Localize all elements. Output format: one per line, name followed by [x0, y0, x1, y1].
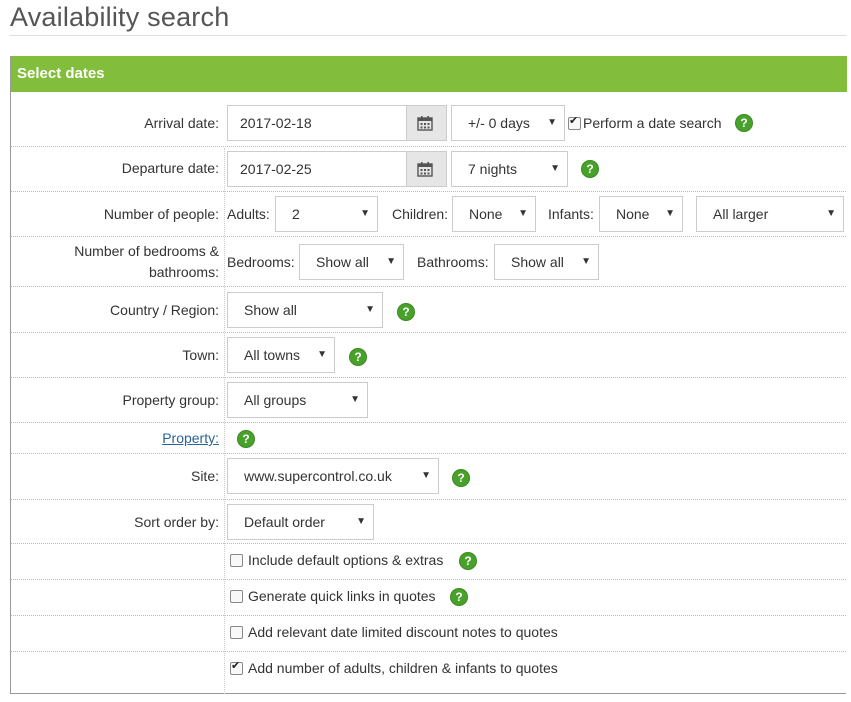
- caret-down-icon: ▼: [550, 163, 560, 174]
- adults-select[interactable]: 2 ▼: [275, 196, 378, 232]
- bedrooms-bathrooms-label: Number of bedrooms & bathrooms:: [11, 241, 219, 283]
- caret-down-icon: ▼: [360, 208, 370, 219]
- bedrooms-value: Show all: [316, 254, 369, 270]
- children-select[interactable]: None ▼: [452, 196, 536, 232]
- nights-select[interactable]: 7 nights ▼: [451, 151, 568, 187]
- bedrooms-bathrooms-label-line2: bathrooms:: [148, 264, 219, 280]
- country-region-value: Show all: [244, 302, 297, 318]
- option-row: Generate quick links in quotes ?: [11, 579, 846, 615]
- arrival-date-label: Arrival date:: [144, 115, 219, 131]
- country-region-label: Country / Region:: [110, 302, 219, 318]
- calendar-icon: [417, 116, 433, 131]
- caret-down-icon: ▼: [317, 349, 327, 360]
- include-default-options-checkbox[interactable]: [230, 554, 243, 567]
- caret-down-icon: ▼: [518, 208, 528, 219]
- caret-down-icon: ▼: [356, 516, 366, 527]
- town-value: All towns: [244, 347, 301, 363]
- property-size-value: All larger: [713, 206, 769, 222]
- people-row: Number of people: Adults: 2 ▼ Children: N…: [11, 191, 846, 236]
- site-value: www.supercontrol.co.uk: [244, 468, 392, 484]
- property-group-row: Property group: All groups ▼: [11, 377, 846, 422]
- discount-notes-label: Add relevant date limited discount notes…: [248, 624, 558, 640]
- children-label: Children:: [392, 206, 449, 222]
- town-row: Town: All towns ▼ ?: [11, 332, 846, 377]
- date-flexibility-select[interactable]: +/- 0 days ▼: [451, 105, 565, 141]
- generate-quick-links-checkbox[interactable]: [230, 590, 243, 603]
- site-select[interactable]: www.supercontrol.co.uk ▼: [227, 458, 439, 494]
- option-row: Include default options & extras ?: [11, 543, 846, 579]
- country-region-select[interactable]: Show all ▼: [227, 292, 383, 328]
- caret-down-icon: ▼: [386, 256, 396, 267]
- adults-label: Adults:: [227, 206, 270, 222]
- bathrooms-value: Show all: [511, 254, 564, 270]
- select-dates-panel: Select dates Arrival date: 2017-02-18 +/…: [10, 56, 847, 694]
- number-of-people-label: Number of people:: [103, 206, 219, 222]
- infants-value: None: [616, 206, 650, 222]
- include-default-options-label: Include default options & extras: [248, 552, 444, 568]
- property-size-select[interactable]: All larger ▼: [696, 196, 844, 232]
- arrival-calendar-button[interactable]: [407, 105, 447, 141]
- help-icon[interactable]: ?: [398, 304, 414, 320]
- caret-down-icon: ▼: [581, 256, 591, 267]
- site-row: Site: www.supercontrol.co.uk ▼ ?: [11, 453, 846, 499]
- generate-quick-links-label: Generate quick links in quotes: [248, 588, 436, 604]
- town-select[interactable]: All towns ▼: [227, 337, 335, 373]
- date-flexibility-value: +/- 0 days: [468, 115, 530, 131]
- infants-select[interactable]: None ▼: [599, 196, 683, 232]
- property-group-select[interactable]: All groups ▼: [227, 382, 368, 418]
- perform-date-search-checkbox[interactable]: [568, 114, 581, 130]
- departure-date-input[interactable]: 2017-02-25: [227, 151, 407, 187]
- children-value: None: [469, 206, 503, 222]
- help-icon[interactable]: ?: [582, 161, 598, 177]
- departure-row: Departure date: 2017-02-25 7 nights ▼ ?: [11, 146, 846, 191]
- caret-down-icon: ▼: [421, 470, 431, 481]
- calendar-icon: [417, 162, 433, 177]
- help-icon[interactable]: ?: [451, 589, 467, 605]
- bathrooms-select[interactable]: Show all ▼: [494, 244, 599, 280]
- bedrooms-label: Bedrooms:: [227, 254, 295, 270]
- sort-order-select[interactable]: Default order ▼: [227, 504, 374, 540]
- caret-down-icon: ▼: [547, 117, 557, 128]
- arrival-row: Arrival date: 2017-02-18 +/- 0 days ▼ Per…: [11, 104, 846, 149]
- help-icon[interactable]: ?: [453, 470, 469, 486]
- infants-label: Infants:: [548, 206, 594, 222]
- help-icon[interactable]: ?: [350, 349, 366, 365]
- sort-order-label: Sort order by:: [134, 514, 219, 530]
- caret-down-icon: ▼: [826, 208, 836, 219]
- adults-value: 2: [292, 206, 300, 222]
- nights-value: 7 nights: [468, 161, 518, 177]
- site-label: Site:: [190, 468, 219, 484]
- country-row: Country / Region: Show all ▼ ?: [11, 286, 846, 332]
- rooms-row: Number of bedrooms & bathrooms: Bedrooms…: [11, 236, 846, 286]
- property-row: Property: ?: [11, 422, 846, 453]
- perform-date-search-label: Perform a date search: [583, 115, 722, 131]
- option-row: Add number of adults, children & infants…: [11, 651, 846, 694]
- property-link[interactable]: Property:: [162, 430, 219, 446]
- title-divider: [10, 35, 846, 36]
- caret-down-icon: ▼: [365, 304, 375, 315]
- help-icon[interactable]: ?: [460, 553, 476, 569]
- bathrooms-label: Bathrooms:: [417, 254, 489, 270]
- caret-down-icon: ▼: [350, 394, 360, 405]
- panel-header: Select dates: [11, 56, 847, 92]
- add-guest-numbers-label: Add number of adults, children & infants…: [248, 660, 558, 676]
- property-group-value: All groups: [244, 392, 307, 408]
- bedrooms-select[interactable]: Show all ▼: [299, 244, 404, 280]
- page-title: Availability search: [10, 2, 230, 32]
- sort-row: Sort order by: Default order ▼: [11, 499, 846, 543]
- caret-down-icon: ▼: [665, 208, 675, 219]
- option-row: Add relevant date limited discount notes…: [11, 615, 846, 651]
- town-label: Town:: [182, 347, 219, 363]
- arrival-date-input[interactable]: 2017-02-18: [227, 105, 407, 141]
- bedrooms-bathrooms-label-line1: Number of bedrooms &: [74, 243, 219, 259]
- discount-notes-checkbox[interactable]: [230, 626, 243, 639]
- property-group-label: Property group:: [122, 392, 220, 408]
- sort-order-value: Default order: [244, 514, 325, 530]
- help-icon[interactable]: ?: [736, 115, 752, 131]
- help-icon[interactable]: ?: [238, 431, 254, 447]
- departure-calendar-button[interactable]: [407, 151, 447, 187]
- add-guest-numbers-checkbox[interactable]: [230, 659, 243, 675]
- departure-date-label: Departure date:: [121, 160, 219, 176]
